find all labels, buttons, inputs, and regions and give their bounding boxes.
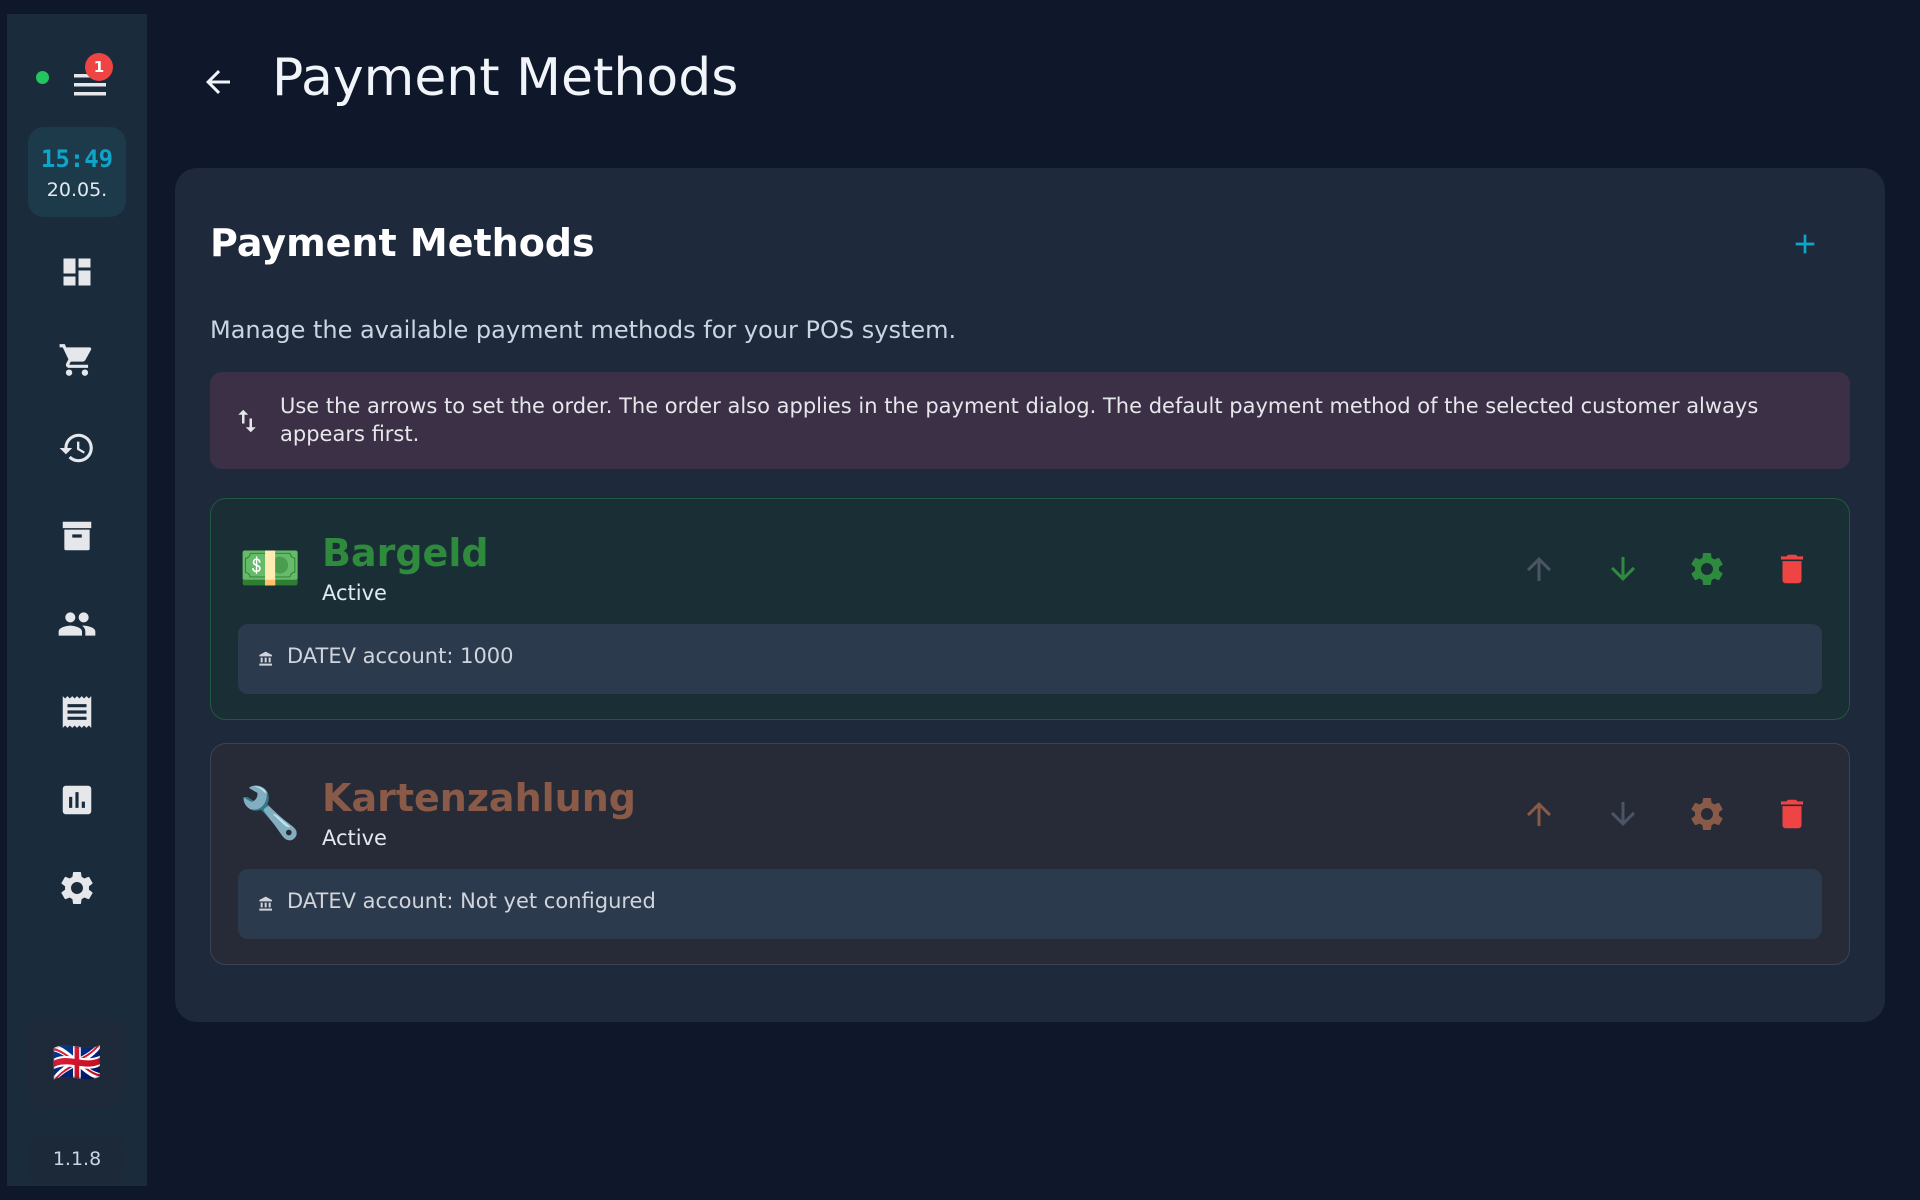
swap-vertical-icon (238, 409, 256, 433)
wrench-icon: 🔧 (239, 784, 302, 842)
datev-account-row: DATEV account: 1000 (238, 624, 1822, 694)
bank-icon (259, 651, 272, 666)
payment-method-name: Bargeld (322, 531, 489, 575)
clock-time: 15:49 (40, 145, 114, 173)
archive-icon (62, 521, 92, 551)
nav-dashboard[interactable] (53, 248, 101, 296)
delete-button[interactable] (1767, 544, 1817, 594)
trash-icon (1780, 799, 1804, 829)
delete-button[interactable] (1767, 789, 1817, 839)
payment-method-item: 💵 Bargeld Active DATEV account: 1000 (210, 498, 1850, 720)
nav-cart[interactable] (53, 336, 101, 384)
clock-widget: 15:49 20.05. (28, 127, 126, 217)
cart-icon (59, 344, 92, 376)
move-down-button[interactable] (1598, 544, 1648, 594)
dashboard-icon (63, 258, 91, 286)
language-selector[interactable]: 🇬🇧 (28, 1018, 126, 1108)
payment-method-name: Kartenzahlung (322, 776, 636, 820)
payment-method-status: Active (322, 581, 387, 605)
nav-settings[interactable] (53, 864, 101, 912)
plus-icon (1795, 234, 1815, 254)
payment-methods-card: Payment Methods Manage the available pay… (175, 168, 1885, 1022)
datev-account-row: DATEV account: Not yet configured (238, 869, 1822, 939)
payment-method-actions (1514, 789, 1844, 839)
move-up-button[interactable] (1514, 544, 1564, 594)
bank-icon (259, 896, 272, 911)
payment-method-status: Active (322, 826, 387, 850)
history-icon (59, 433, 93, 463)
payment-method-actions (1514, 544, 1844, 594)
arrow-down-icon (1611, 802, 1635, 826)
settings-icon (61, 872, 93, 904)
add-payment-method-button[interactable] (1782, 221, 1828, 267)
nav-receipts[interactable] (53, 688, 101, 736)
order-info-text: Use the arrows to set the order. The ord… (280, 394, 1759, 446)
sidebar: 1 15:49 20.05. 🇬🇧 1.1.8 (7, 14, 147, 1186)
clock-date: 20.05. (46, 179, 108, 201)
trash-icon (1780, 554, 1804, 584)
edit-settings-button[interactable] (1682, 544, 1732, 594)
gear-icon (1691, 553, 1723, 585)
card-title: Payment Methods (210, 221, 595, 265)
datev-account-text: DATEV account: 1000 (287, 644, 514, 668)
payment-method-item: 🔧 Kartenzahlung Active DATEV account: No… (210, 743, 1850, 965)
analytics-icon (62, 785, 92, 815)
order-info-box: Use the arrows to set the order. The ord… (210, 372, 1850, 469)
arrow-up-icon (1527, 802, 1551, 826)
arrow-down-icon (1611, 557, 1635, 581)
edit-settings-button[interactable] (1682, 789, 1732, 839)
nav-customers[interactable] (53, 600, 101, 648)
move-down-button[interactable] (1598, 789, 1648, 839)
back-button[interactable] (196, 60, 240, 104)
uk-flag-icon: 🇬🇧 (52, 1040, 102, 1086)
arrow-up-icon (1527, 557, 1551, 581)
move-up-button[interactable] (1514, 789, 1564, 839)
card-description: Manage the available payment methods for… (210, 316, 957, 344)
gear-icon (1691, 798, 1723, 830)
datev-account-text: DATEV account: Not yet configured (287, 889, 656, 913)
receipt-icon (62, 696, 92, 728)
app-version: 1.1.8 (28, 1134, 126, 1184)
arrow-left-icon (206, 70, 230, 94)
nav-history[interactable] (53, 424, 101, 472)
people-icon (58, 612, 96, 636)
page-title: Payment Methods (272, 48, 739, 108)
notification-badge: 1 (85, 53, 113, 81)
nav-reports[interactable] (53, 776, 101, 824)
connection-status-dot (36, 71, 49, 84)
nav-archive[interactable] (53, 512, 101, 560)
cash-icon: 💵 (239, 539, 302, 597)
